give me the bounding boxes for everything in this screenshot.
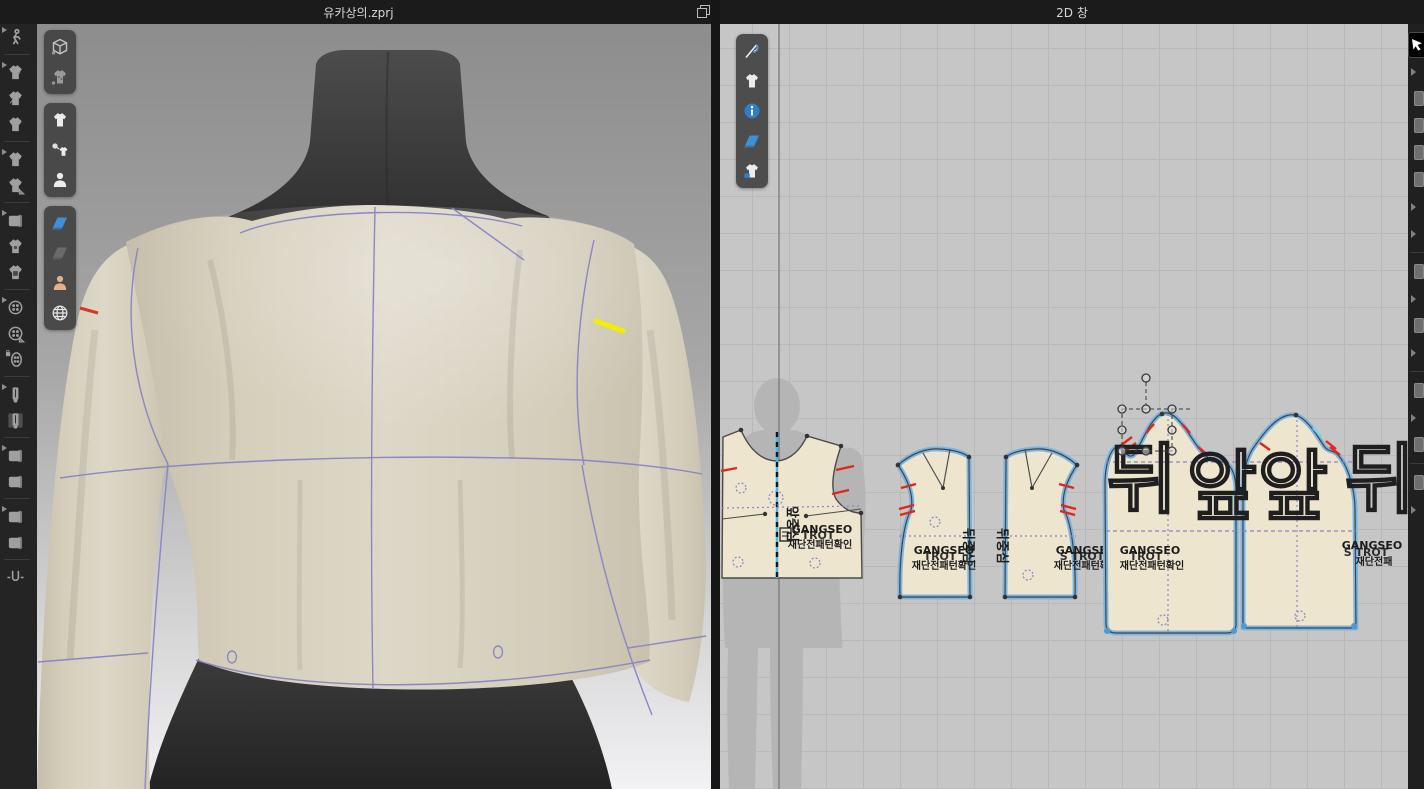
buttonhole-item-icon[interactable] (0, 346, 30, 372)
center-back-label-right: 뒤중심 (994, 528, 1010, 564)
pattern-piece-back-left[interactable]: 뒤중심 GANGSEO TROT 재단전패턴확인 (896, 449, 977, 599)
toolbar-separator (4, 559, 30, 560)
2d-window-title: 2D 창 (1056, 4, 1088, 21)
right-tool-column (1408, 24, 1424, 789)
fabric-roll-2-icon[interactable] (0, 468, 30, 494)
toolbar-separator (4, 54, 30, 55)
skin-offset-icon[interactable] (47, 270, 73, 296)
toolbar-3d-group-fabric (44, 206, 76, 330)
toolbar-separator (4, 376, 30, 377)
sewing-garment-1-icon[interactable] (0, 59, 30, 85)
partial-tool-9[interactable] (1408, 469, 1424, 496)
partial-tool-7[interactable] (1408, 377, 1424, 404)
partial-tool-8[interactable] (1408, 431, 1424, 458)
svg-text:재단전패턴확인: 재단전패턴확인 (912, 559, 976, 572)
svg-text:앞: 앞 (1258, 442, 1328, 531)
sewing-garment-2-icon[interactable] (0, 85, 30, 111)
arrange-garment-2-icon[interactable] (0, 172, 30, 198)
show-garment-icon[interactable] (47, 107, 73, 133)
fabric-roll-4-icon[interactable] (0, 529, 30, 555)
svg-text:뒤: 뒤 (1107, 435, 1177, 524)
texture-shirt-1-icon[interactable] (0, 233, 30, 259)
partial-tool-4[interactable] (1408, 166, 1424, 193)
fabric-roll-1-icon[interactable] (0, 442, 30, 468)
show-arrangement-points-icon[interactable] (47, 137, 73, 163)
clo3d-window: 유카상의.zprj 2D 창 (0, 0, 1424, 789)
show-avatar-icon[interactable] (47, 167, 73, 193)
tool-flyout-4[interactable] (1408, 285, 1424, 312)
tool-flyout-2[interactable] (1408, 193, 1424, 220)
panel-divider[interactable] (711, 0, 720, 789)
toolbar-separator (4, 141, 30, 142)
project-title: 유카상의.zprj (323, 4, 393, 21)
viewport-2d[interactable]: 앞중심 GANGSEO TROT 재단전패턴확인 (720, 24, 1408, 789)
partial-tool-5[interactable] (1408, 258, 1424, 285)
zipper-item-icon[interactable] (0, 407, 30, 433)
fold-arrangement-icon[interactable] (0, 207, 30, 233)
partial-tool-6[interactable] (1408, 312, 1424, 339)
svg-text:재단전패턴확인: 재단전패턴확인 (788, 538, 852, 551)
svg-text:재단전패턴확인: 재단전패턴확인 (1120, 559, 1184, 572)
button-place-icon[interactable] (0, 294, 30, 320)
sewing-garment-3-icon[interactable] (0, 111, 30, 137)
svg-text:앞: 앞 (1187, 442, 1257, 531)
texture-shirt-2-icon[interactable] (0, 259, 30, 285)
partial-tool-2[interactable] (1408, 112, 1424, 139)
textured-garment-icon[interactable] (47, 64, 73, 90)
tool-flyout-7[interactable] (1408, 496, 1424, 523)
arrange-garment-1-icon[interactable] (0, 146, 30, 172)
tool-flyout-1[interactable] (1408, 58, 1424, 85)
tool-flyout-3[interactable] (1408, 220, 1424, 247)
toolbar-3d-group-show (44, 103, 76, 197)
fabric-front-side-2d-icon[interactable] (739, 128, 765, 154)
titlebar-2d: 2D 창 (720, 0, 1424, 24)
partial-tool-3[interactable] (1408, 139, 1424, 166)
fabric-roll-3-icon[interactable] (0, 503, 30, 529)
avatar-walk-icon[interactable] (0, 24, 30, 50)
view-cube-icon[interactable] (47, 34, 73, 60)
zipper-place-icon[interactable] (0, 381, 30, 407)
toolbar-separator (4, 498, 30, 499)
left-tool-column (0, 24, 30, 789)
pattern-information-icon[interactable] (739, 98, 765, 124)
toolbar-separator (4, 437, 30, 438)
toolbar-separator (4, 202, 30, 203)
lock-pattern-icon[interactable] (739, 158, 765, 184)
toolbar-3d-floating (44, 30, 76, 330)
toolbar-3d-group-view (44, 30, 76, 94)
svg-text:재단전패: 재단전패 (1356, 555, 1393, 568)
button-item-icon[interactable] (0, 320, 30, 346)
restore-window-icon[interactable] (697, 5, 709, 17)
fabric-front-side-icon[interactable] (47, 210, 73, 236)
toolbar-filler (30, 24, 37, 789)
viewport-3d[interactable] (37, 24, 711, 789)
pattern-piece-back-right[interactable]: 뒤중심 GANGSEO S TROT 재단전패턴확인 (994, 449, 1118, 599)
svg-text:뒤: 뒤 (1345, 435, 1408, 524)
select-cursor-icon[interactable] (1408, 32, 1424, 58)
pattern-name-annotations: 뒤 앞 앞 뒤 (1107, 435, 1408, 531)
trim-tool-icon[interactable] (0, 564, 30, 590)
fabric-back-side-icon[interactable] (47, 240, 73, 266)
partial-tool-1[interactable] (1408, 85, 1424, 112)
toolbar-2d-floating (736, 34, 768, 188)
tool-flyout-6[interactable] (1408, 404, 1424, 431)
show-globe-icon[interactable] (47, 300, 73, 326)
titlebar-3d: 유카상의.zprj (0, 0, 717, 24)
edit-sewing-needle-icon[interactable] (739, 38, 765, 64)
show-pattern-icon[interactable] (739, 68, 765, 94)
tool-flyout-5[interactable] (1408, 339, 1424, 366)
toolbar-separator (4, 289, 30, 290)
